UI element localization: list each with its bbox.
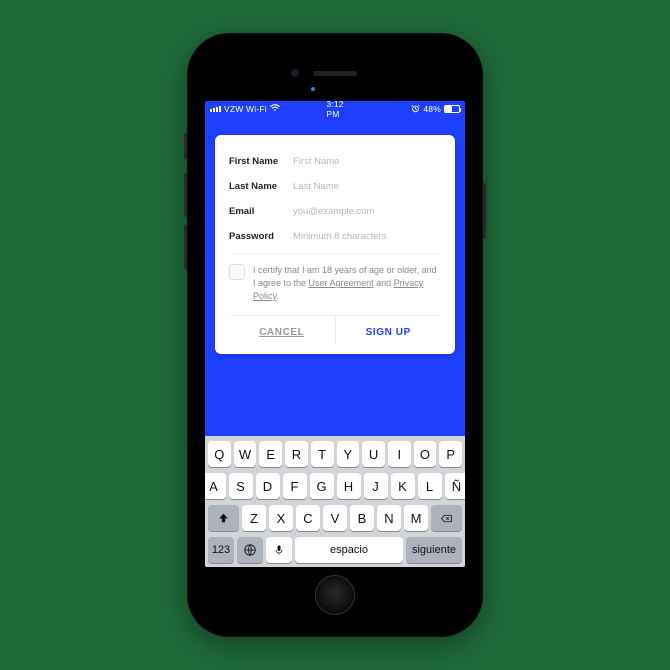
home-button[interactable]: [315, 575, 355, 615]
mute-switch: [184, 133, 187, 159]
notification-indicator: [311, 87, 315, 91]
first-name-row: First Name: [229, 149, 441, 174]
key-h[interactable]: H: [337, 473, 361, 499]
key-t[interactable]: T: [311, 441, 334, 467]
consent-text: I certify that I am 18 years of age or o…: [253, 264, 441, 303]
volume-up-button: [184, 173, 187, 217]
key-d[interactable]: D: [256, 473, 280, 499]
wifi-icon: [270, 104, 280, 114]
status-bar: VZW Wi-Fi 3:12 PM 48%: [205, 101, 465, 117]
key-y[interactable]: Y: [337, 441, 360, 467]
key-v[interactable]: V: [323, 505, 347, 531]
signal-icon: [210, 106, 221, 112]
key-p[interactable]: P: [439, 441, 462, 467]
keyboard-row-4: 123 espacio siguiente: [208, 537, 462, 563]
keyboard-row-3: ZXCVBNM: [208, 505, 462, 531]
power-button: [483, 183, 486, 239]
volume-down-button: [184, 225, 187, 269]
keyboard: QWERTYUIOP ASDFGHJKLÑ ZXCVBNM 123: [205, 436, 465, 567]
consent-checkbox[interactable]: [229, 264, 245, 280]
key-k[interactable]: K: [391, 473, 415, 499]
last-name-label: Last Name: [229, 181, 293, 192]
key-e[interactable]: E: [259, 441, 282, 467]
key-x[interactable]: X: [269, 505, 293, 531]
key-r[interactable]: R: [285, 441, 308, 467]
action-row: CANCEL SIGN UP: [229, 315, 441, 344]
password-row: Password: [229, 224, 441, 249]
key-w[interactable]: W: [234, 441, 257, 467]
key-q[interactable]: Q: [208, 441, 231, 467]
key-u[interactable]: U: [362, 441, 385, 467]
space-key[interactable]: espacio: [295, 537, 403, 563]
key-z[interactable]: Z: [242, 505, 266, 531]
email-row: Email: [229, 199, 441, 224]
key-l[interactable]: L: [418, 473, 442, 499]
phone-bezel: VZW Wi-Fi 3:12 PM 48%: [199, 45, 471, 625]
consent-mid: and: [374, 278, 394, 288]
key-m[interactable]: M: [404, 505, 428, 531]
screen: VZW Wi-Fi 3:12 PM 48%: [205, 101, 465, 567]
keyboard-row-1: QWERTYUIOP: [208, 441, 462, 467]
key-n[interactable]: N: [377, 505, 401, 531]
app-area: First Name Last Name Email Password: [205, 117, 465, 436]
speaker-grille: [313, 71, 357, 76]
keyboard-row-2: ASDFGHJKLÑ: [208, 473, 462, 499]
alarm-icon: [411, 104, 420, 115]
key-ñ[interactable]: Ñ: [445, 473, 466, 499]
key-j[interactable]: J: [364, 473, 388, 499]
consent-suffix: .: [276, 291, 279, 301]
email-input[interactable]: [293, 206, 441, 217]
front-camera: [291, 69, 299, 77]
shift-key[interactable]: [208, 505, 239, 531]
dictation-key[interactable]: [266, 537, 292, 563]
last-name-input[interactable]: [293, 181, 441, 192]
battery-icon: [444, 105, 460, 113]
last-name-row: Last Name: [229, 174, 441, 199]
key-a[interactable]: A: [205, 473, 226, 499]
phone-frame: VZW Wi-Fi 3:12 PM 48%: [187, 33, 483, 637]
signup-button[interactable]: SIGN UP: [335, 316, 442, 344]
first-name-input[interactable]: [292, 156, 441, 167]
key-g[interactable]: G: [310, 473, 334, 499]
password-label: Password: [229, 231, 293, 242]
consent-row: I certify that I am 18 years of age or o…: [229, 253, 441, 315]
signup-card: First Name Last Name Email Password: [215, 135, 455, 354]
globe-key[interactable]: [237, 537, 263, 563]
cancel-button[interactable]: CANCEL: [229, 316, 335, 344]
backspace-key[interactable]: [431, 505, 462, 531]
key-c[interactable]: C: [296, 505, 320, 531]
key-o[interactable]: O: [414, 441, 437, 467]
carrier-label: VZW Wi-Fi: [224, 104, 267, 114]
first-name-label: First Name: [229, 156, 293, 167]
key-s[interactable]: S: [229, 473, 253, 499]
battery-pct: 48%: [423, 104, 441, 114]
key-i[interactable]: I: [388, 441, 411, 467]
key-f[interactable]: F: [283, 473, 307, 499]
key-b[interactable]: B: [350, 505, 374, 531]
email-label: Email: [229, 206, 293, 217]
numbers-key[interactable]: 123: [208, 537, 234, 563]
user-agreement-link[interactable]: User Agreement: [309, 278, 374, 288]
password-input[interactable]: [293, 231, 441, 242]
next-key[interactable]: siguiente: [406, 537, 462, 563]
